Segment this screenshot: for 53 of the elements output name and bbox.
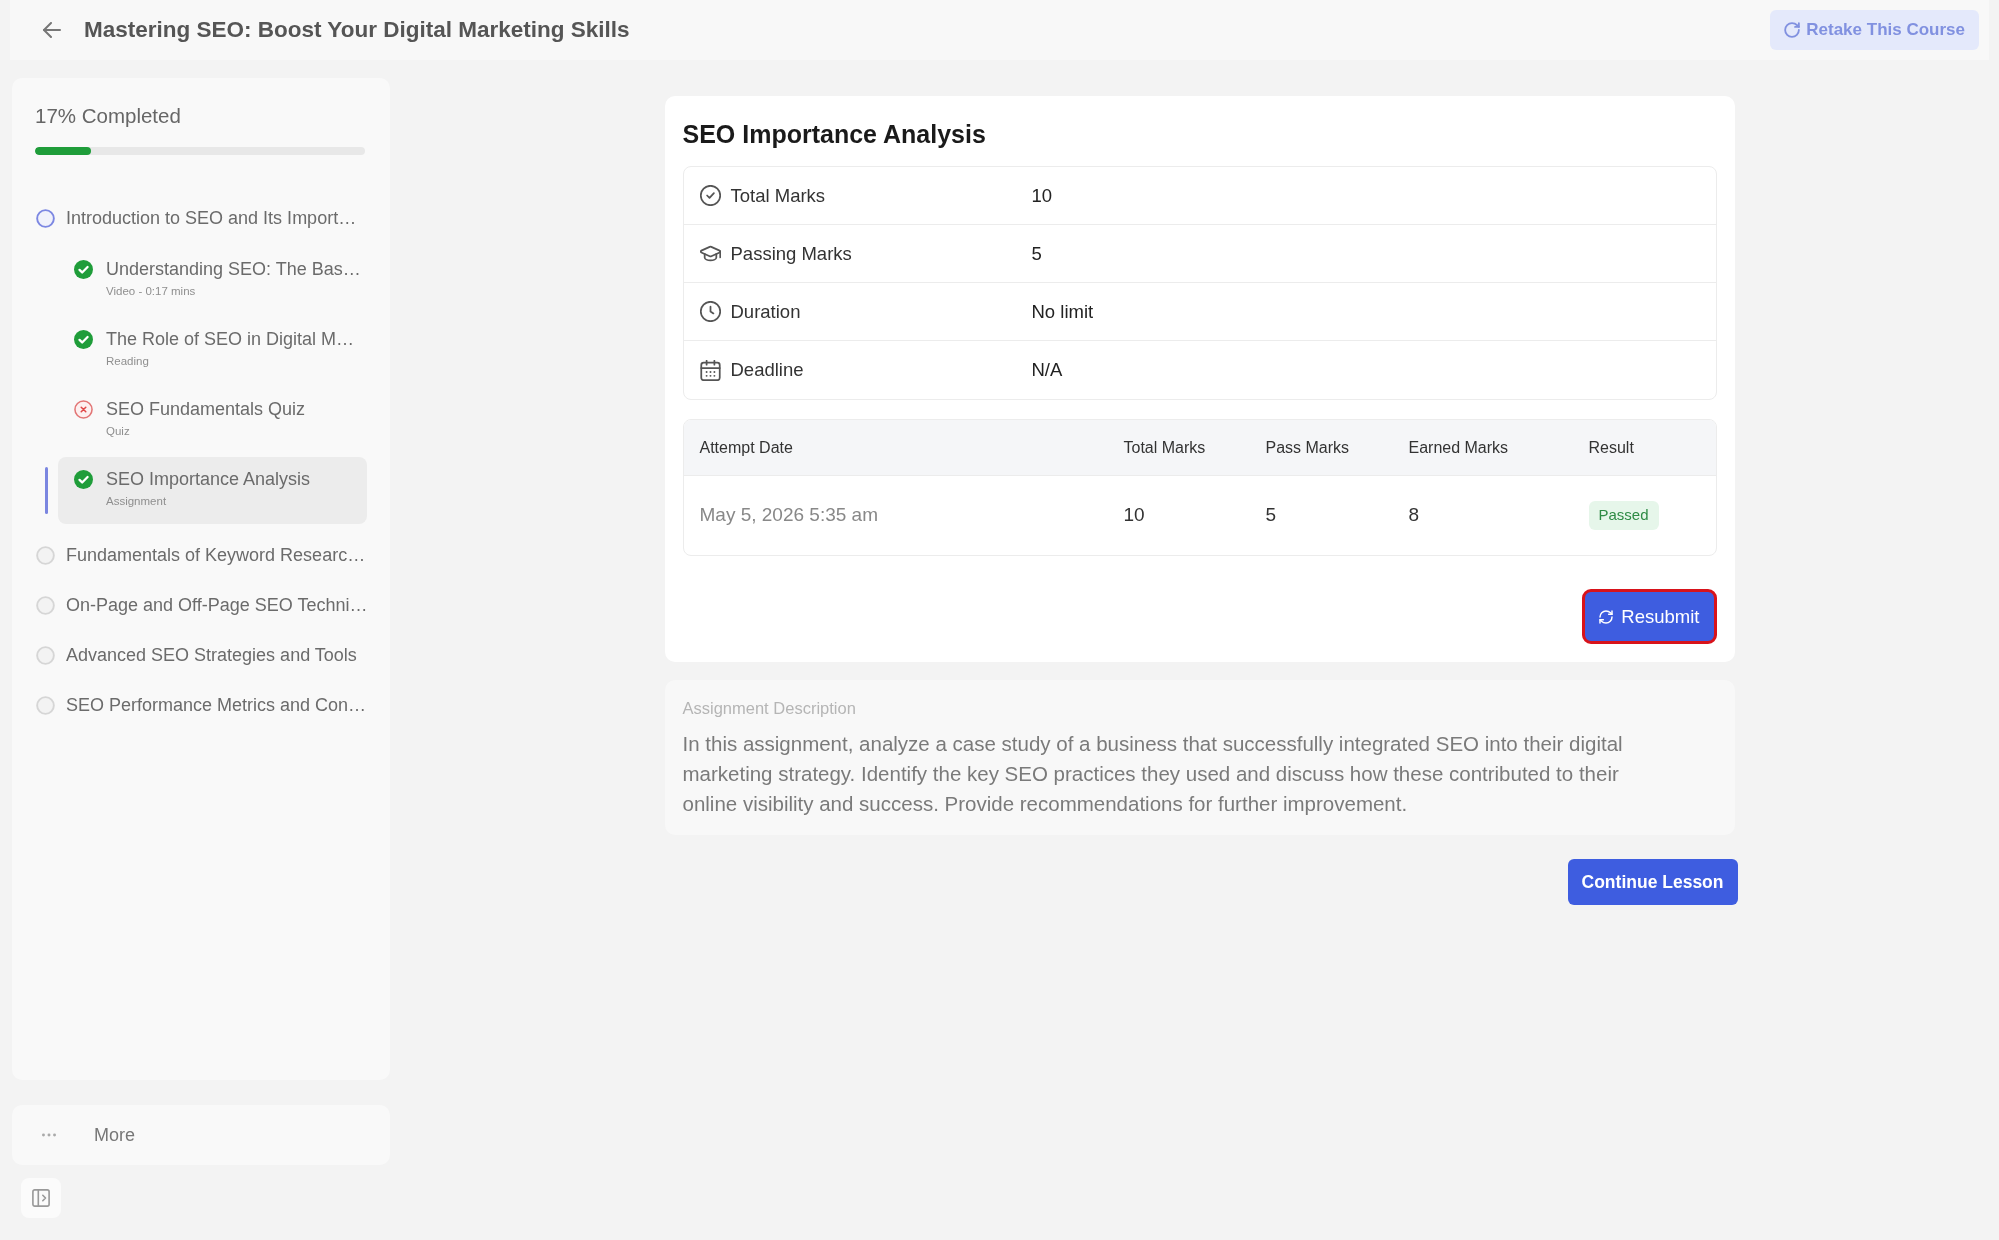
lesson-item[interactable]: Understanding SEO: The Bas… Video - 0:17 mins (58, 247, 367, 314)
lesson-item[interactable]: SEO Fundamentals Quiz Quiz (58, 387, 367, 454)
back-arrow-icon (42, 22, 62, 38)
sidebar-panel-icon (32, 1189, 50, 1207)
lesson-item[interactable]: The Role of SEO in Digital M… Reading (58, 317, 367, 384)
calendar-icon (699, 359, 721, 381)
column-header: Earned Marks (1408, 437, 1509, 458)
detail-label: Passing Marks (730, 241, 852, 266)
detail-label: Deadline (730, 358, 804, 383)
table-cell-text: May 5, 2026 5:35 am (699, 503, 878, 528)
lesson-meta: Assignment (106, 494, 168, 508)
more-button[interactable]: More (12, 1105, 390, 1165)
dots-icon (42, 1133, 56, 1137)
lesson-title: Understanding SEO: The Bas… (106, 258, 361, 280)
table-cell-text: 5 (1265, 503, 1277, 528)
detail-value: 10 (1031, 183, 1053, 208)
refresh-icon (1599, 609, 1614, 624)
resubmit-button[interactable]: Resubmit (1582, 589, 1717, 644)
column-header: Result (1588, 437, 1634, 458)
topic-item[interactable]: Advanced SEO Strategies and Tools (35, 637, 367, 674)
refresh-icon (1784, 22, 1801, 38)
topic-item[interactable]: Fundamentals of Keyword Researc… (35, 537, 367, 574)
column-header: Total Marks (1123, 437, 1206, 458)
lesson-meta: Video - 0:17 mins (106, 284, 197, 298)
lesson-item[interactable]: SEO Importance Analysis Assignment (58, 457, 367, 524)
topic-item[interactable]: On-Page and Off-Page SEO Techni… (35, 587, 367, 624)
sidebar-toggle-button[interactable] (21, 1178, 61, 1218)
lesson-meta: Reading (106, 354, 150, 368)
description-text: In this assignment, analyze a case study of a business that successfully integrated SEO into their digital marketing strategy. Identify the key SEO practices they used and discuss how these contributed to their online visibility and success. Provide recommendations for further improvement. (682, 730, 1624, 817)
detail-value: No limit (1031, 299, 1094, 324)
lesson-title: The Role of SEO in Digital M… (106, 328, 355, 350)
detail-label: Total Marks (730, 183, 826, 208)
table-cell-text: 8 (1408, 503, 1420, 528)
course-title: Mastering SEO: Boost Your Digital Marketing Skills (84, 16, 630, 45)
clock-icon (699, 301, 721, 322)
assignment-title: SEO Importance Analysis (682, 119, 986, 150)
result-badge: Passed (1588, 501, 1659, 530)
description-heading: Assignment Description (682, 698, 856, 719)
graduation-cap-icon (699, 243, 721, 264)
detail-label: Duration (730, 299, 801, 324)
lesson-title: SEO Fundamentals Quiz (106, 398, 306, 420)
topic-item[interactable]: SEO Performance Metrics and Con… (35, 687, 367, 724)
lesson-meta: Quiz (106, 424, 131, 438)
lesson-title: SEO Importance Analysis (106, 468, 311, 490)
column-header: Pass Marks (1265, 437, 1350, 458)
continue-lesson-button[interactable]: Continue Lesson (1567, 858, 1738, 905)
progress-label: 17% Completed (35, 103, 181, 129)
table-cell-text: 10 (1123, 503, 1145, 528)
detail-value: 5 (1031, 241, 1042, 266)
topic-item[interactable]: Introduction to SEO and Its Import… (35, 200, 367, 237)
active-indicator (45, 467, 48, 514)
detail-value: N/A (1031, 358, 1063, 383)
column-header: Attempt Date (699, 437, 793, 458)
